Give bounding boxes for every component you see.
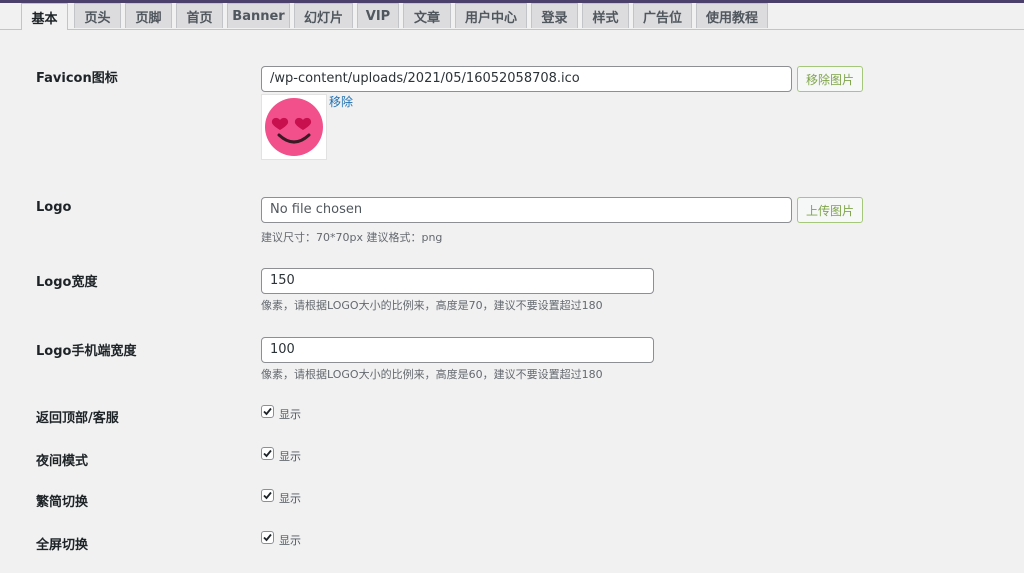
logo-mobile-width-description: 像素，请根据LOGO大小的比例来，高度是60，建议不要设置超过180: [261, 368, 603, 381]
back-to-top-checkbox[interactable]: [261, 405, 274, 418]
tab-home[interactable]: 首页: [176, 3, 223, 28]
night-mode-label: 夜间模式: [36, 454, 89, 469]
logo-mobile-width-label: Logo手机端宽度: [36, 344, 137, 359]
tab-slider[interactable]: 幻灯片: [294, 3, 353, 28]
traditional-simplified-option: 显示: [279, 492, 301, 505]
favicon-label: Favicon图标: [36, 71, 118, 86]
tab-banner[interactable]: Banner: [227, 3, 290, 28]
checkmark-icon: [263, 533, 272, 542]
night-mode-checkbox[interactable]: [261, 447, 274, 460]
tab-footer[interactable]: 页脚: [125, 3, 172, 28]
logo-description: 建议尺寸：70*70px 建议格式：png: [261, 231, 443, 244]
checkmark-icon: [263, 449, 272, 458]
back-to-top-label: 返回顶部/客服: [36, 411, 119, 426]
tab-header[interactable]: 页头: [74, 3, 121, 28]
tab-ads[interactable]: 广告位: [633, 3, 692, 28]
tab-login[interactable]: 登录: [531, 3, 578, 28]
fullscreen-option: 显示: [279, 534, 301, 547]
tab-basic[interactable]: 基本: [21, 3, 68, 30]
traditional-simplified-label: 繁简切换: [36, 495, 89, 510]
upload-image-button[interactable]: 上传图片: [797, 197, 863, 223]
tab-tutorial[interactable]: 使用教程: [696, 3, 768, 28]
heart-eyes-emoji-icon: [265, 98, 323, 156]
checkmark-icon: [263, 407, 272, 416]
tab-style[interactable]: 样式: [582, 3, 629, 28]
logo-label: Logo: [36, 200, 72, 215]
tab-vip[interactable]: VIP: [357, 3, 399, 28]
night-mode-option: 显示: [279, 450, 301, 463]
checkmark-icon: [263, 491, 272, 500]
logo-width-description: 像素，请根据LOGO大小的比例来，高度是70，建议不要设置超过180: [261, 299, 603, 312]
logo-mobile-width-input[interactable]: 100: [261, 337, 654, 363]
settings-tabs: 基本 页头 页脚 首页 Banner 幻灯片 VIP 文章 用户中心 登录 样式…: [0, 3, 1024, 30]
traditional-simplified-checkbox[interactable]: [261, 489, 274, 502]
remove-image-button[interactable]: 移除图片: [797, 66, 863, 92]
logo-width-input[interactable]: 150: [261, 268, 654, 294]
logo-width-label: Logo宽度: [36, 275, 98, 290]
fullscreen-checkbox[interactable]: [261, 531, 274, 544]
fullscreen-label: 全屏切换: [36, 538, 89, 553]
back-to-top-option: 显示: [279, 408, 301, 421]
favicon-preview: [261, 94, 327, 160]
tab-article[interactable]: 文章: [403, 3, 451, 28]
logo-file-input[interactable]: No file chosen: [261, 197, 792, 223]
tab-user-center[interactable]: 用户中心: [455, 3, 527, 28]
favicon-url-input[interactable]: /wp-content/uploads/2021/05/16052058708.…: [261, 66, 792, 92]
remove-link[interactable]: 移除: [329, 93, 353, 110]
